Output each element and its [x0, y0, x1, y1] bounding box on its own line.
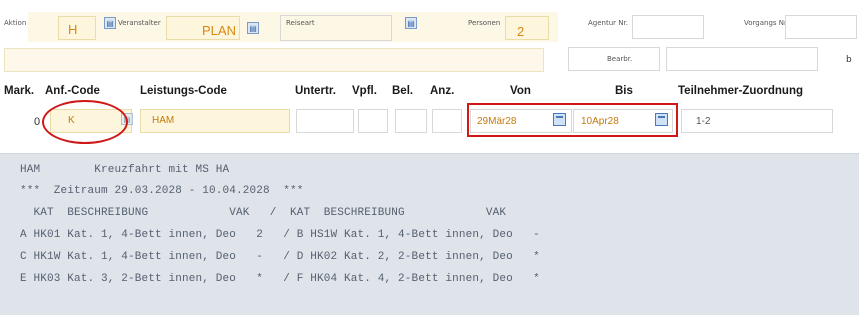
header-anz: Anz. [430, 85, 455, 97]
agentur-field[interactable] [632, 15, 704, 39]
output-line-title: HAM Kreuzfahrt mit MS HA [20, 164, 230, 176]
veranstalter-label: Veranstalter [118, 19, 161, 27]
personen-label: Personen [468, 19, 501, 27]
leistungs-code-value: HAM [152, 115, 175, 126]
output-line-zeitraum: *** Zeitraum 29.03.2028 - 10.04.2028 *** [20, 185, 304, 197]
personen-value: 2 [517, 24, 525, 39]
output-line-row-3: E HK03 Kat. 3, 2-Bett innen, Deo * / F H… [20, 273, 540, 285]
header-bel: Bel. [392, 85, 414, 97]
output-line-row-1: A HK01 Kat. 1, 4-Bett innen, Deo 2 / B H… [20, 229, 540, 241]
personen-field[interactable] [505, 16, 549, 40]
vorgangs-label: Vorgangs Nr. [744, 19, 789, 27]
reiseart-lookup-icon[interactable]: ▤ [405, 17, 417, 29]
row-mark: 0 [34, 116, 41, 128]
reiseart-field[interactable] [280, 15, 392, 41]
bearbeiter-label: Bearbr. [607, 55, 633, 63]
highlight-circle [42, 100, 128, 144]
aktion-label: Aktion [4, 19, 27, 27]
output-line-row-2: C HK1W Kat. 1, 4-Bett innen, Deo - / D H… [20, 251, 540, 263]
header-mark: Mark. [4, 85, 35, 97]
veranstalter-dropdown-icon[interactable]: ▤ [247, 22, 259, 34]
agentur-label: Agentur Nr. [588, 19, 628, 27]
bel-field[interactable] [395, 109, 427, 133]
anz-field[interactable] [432, 109, 462, 133]
highlight-rectangle [467, 103, 678, 137]
vpfl-field[interactable] [358, 109, 388, 133]
cutoff-letter: b [846, 55, 852, 65]
teilnehmer-value: 1-2 [696, 116, 711, 127]
untertr-field[interactable] [296, 109, 354, 133]
availability-output-panel: HAM Kreuzfahrt mit MS HA *** Zeitraum 29… [0, 153, 859, 315]
aktion-value: H [68, 22, 78, 37]
header-teilnehmer: Teilnehmer-Zuordnung [678, 85, 804, 97]
header-leistungs-code: Leistungs-Code [140, 85, 227, 97]
header-bis: Bis [615, 85, 633, 97]
output-line-header: KAT BESCHREIBUNG VAK / KAT BESCHREIBUNG … [20, 207, 507, 219]
notes-field[interactable] [4, 48, 544, 72]
header-von: Von [510, 85, 531, 97]
header-anf-code: Anf.-Code [45, 85, 100, 97]
vorgangs-field[interactable] [785, 15, 857, 39]
header-untertr: Untertr. [295, 85, 336, 97]
veranstalter-lookup-icon[interactable]: ▤ [104, 17, 116, 29]
bearbeiter-value-field[interactable] [666, 47, 818, 71]
header-vpfl: Vpfl. [352, 85, 377, 97]
veranstalter-value: PLAN [202, 23, 236, 38]
